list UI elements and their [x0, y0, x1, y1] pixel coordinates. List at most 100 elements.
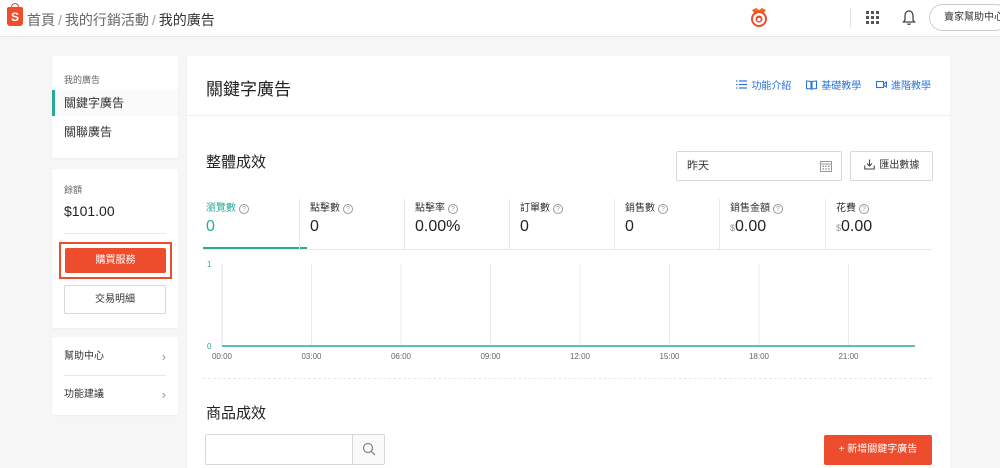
breadcrumb-separator: / — [58, 12, 62, 28]
metric-tab-gmv[interactable]: 銷售金額? $0.00 — [719, 199, 823, 249]
sidebar-item-keyword-ads[interactable]: 關鍵字廣告 — [52, 90, 178, 116]
advanced-tutorial-link[interactable]: 進階教學 — [876, 77, 931, 92]
export-data-button[interactable]: 匯出數據 — [850, 151, 933, 181]
overall-performance-title: 整體成效 — [206, 154, 267, 171]
metric-value-text: 0 — [310, 218, 319, 235]
date-range-value: 昨天 — [687, 160, 709, 172]
feature-intro-link[interactable]: 功能介紹 — [736, 77, 791, 92]
metric-value: 0 — [520, 218, 613, 236]
balance-value: $101.00 — [64, 203, 115, 219]
mascot-icon[interactable] — [748, 6, 770, 28]
product-search-input[interactable] — [205, 434, 385, 465]
apps-grid-icon[interactable] — [866, 11, 879, 24]
tutorial-links: 功能介紹 基礎教學 進階教學 — [724, 77, 931, 93]
bell-icon[interactable] — [901, 9, 917, 26]
chart-x-tick-label: 18:00 — [749, 352, 770, 361]
basic-tutorial-label: 基礎教學 — [821, 81, 862, 92]
date-range-picker[interactable]: 昨天 — [676, 151, 842, 181]
search-icon — [362, 442, 376, 456]
search-button[interactable] — [352, 435, 384, 464]
buy-service-highlight: 購買服務 — [59, 242, 172, 279]
chevron-right-icon: › — [161, 349, 166, 364]
help-icon[interactable]: ? — [553, 204, 563, 214]
list-icon — [736, 80, 748, 89]
main-panel: 關鍵字廣告 功能介紹 基礎教學 進階教學 整體成效 昨天 匯出數據 瀏覽數? 0… — [187, 56, 950, 468]
breadcrumb: 首頁 / 我的行銷活動 / 我的廣告 — [27, 10, 215, 30]
product-performance-title: 商品成效 — [206, 405, 267, 422]
sidebar-item-related-ads[interactable]: 關聯廣告 — [52, 119, 178, 145]
metric-label: 瀏覽數? — [206, 199, 307, 214]
shopee-logo-icon[interactable]: S — [7, 3, 23, 26]
export-data-label: 匯出數據 — [879, 160, 920, 171]
top-bar: S 首頁 / 我的行銷活動 / 我的廣告 賣家幫助中心 — [0, 0, 1000, 37]
metric-label: 銷售數? — [625, 199, 718, 214]
metric-label: 花費? — [836, 199, 929, 214]
metric-tab-clicks[interactable]: 點擊數? 0 — [299, 199, 403, 249]
chart-y-tick-label: 1 — [207, 260, 212, 269]
feature-suggestion-link[interactable]: 功能建議 › — [64, 376, 166, 413]
help-icon[interactable]: ? — [859, 204, 869, 214]
seller-help-button[interactable]: 賣家幫助中心 — [929, 4, 1000, 31]
metric-label-text: 點擊數 — [310, 203, 340, 214]
breadcrumb-marketing[interactable]: 我的行銷活動 — [65, 12, 149, 28]
chart-x-tick-label: 15:00 — [659, 352, 680, 361]
help-icon[interactable]: ? — [773, 204, 783, 214]
chart-y-tick-label: 0 — [207, 342, 212, 351]
metric-label: 點擊率? — [415, 199, 508, 214]
help-icon[interactable]: ? — [343, 204, 353, 214]
breadcrumb-separator: / — [151, 12, 156, 28]
metric-value: $0.00 — [730, 218, 823, 236]
video-icon — [876, 80, 887, 89]
metric-label: 點擊數? — [310, 199, 403, 214]
feature-suggestion-label: 功能建議 — [64, 389, 104, 400]
metrics-tabs: 瀏覽數? 0 點擊數? 0 點擊率? 0.00% 訂單數? 0 銷售數? 0 銷… — [203, 199, 932, 250]
page-title: 關鍵字廣告 — [206, 80, 291, 99]
metric-value: $0.00 — [836, 218, 929, 236]
metric-tab-expense[interactable]: 花費? $0.00 — [825, 199, 929, 249]
metric-label: 銷售金額? — [730, 199, 823, 214]
buy-service-button[interactable]: 購買服務 — [65, 248, 166, 273]
metric-value-text: 0 — [625, 218, 634, 235]
book-icon — [806, 80, 818, 90]
feature-intro-label: 功能介紹 — [751, 81, 792, 92]
help-icon[interactable]: ? — [658, 204, 668, 214]
transaction-details-button[interactable]: 交易明細 — [64, 285, 166, 314]
metric-label: 訂單數? — [520, 199, 613, 214]
chart-x-tick-label: 00:00 — [212, 352, 233, 361]
metric-value-text: 0 — [520, 218, 529, 235]
chevron-right-icon: › — [161, 387, 166, 402]
help-icon[interactable]: ? — [239, 204, 249, 214]
metric-value-text: 0 — [206, 218, 215, 235]
help-icon[interactable]: ? — [448, 204, 458, 214]
calendar-icon — [820, 161, 832, 172]
divider — [64, 233, 166, 234]
metric-tab-impressions[interactable]: 瀏覽數? 0 — [203, 199, 307, 249]
metric-label-text: 點擊率 — [415, 203, 445, 214]
metric-tab-ctr[interactable]: 點擊率? 0.00% — [404, 199, 508, 249]
chart-x-tick-label: 03:00 — [301, 352, 322, 361]
help-center-link[interactable]: 幫助中心 › — [64, 338, 166, 375]
divider — [187, 115, 950, 116]
download-icon — [863, 159, 875, 170]
metric-label-text: 訂單數 — [520, 203, 550, 214]
chart-x-tick-label: 12:00 — [570, 352, 591, 361]
metric-value: 0 — [206, 218, 307, 236]
basic-tutorial-link[interactable]: 基礎教學 — [806, 77, 861, 92]
metric-tab-items-sold[interactable]: 銷售數? 0 — [614, 199, 718, 249]
metric-label-text: 銷售金額 — [730, 203, 770, 214]
advanced-tutorial-label: 進階教學 — [891, 81, 931, 92]
balance-card: 餘額 $101.00 購買服務 交易明細 — [52, 169, 178, 328]
metric-tab-orders[interactable]: 訂單數? 0 — [509, 199, 613, 249]
header-divider — [850, 8, 851, 28]
metric-value: 0 — [625, 218, 718, 236]
metric-value-text: 0.00% — [415, 218, 461, 235]
add-keyword-ad-button[interactable]: + 新增關鍵字廣告 — [824, 435, 932, 465]
breadcrumb-current: 我的廣告 — [158, 12, 215, 28]
metric-value: 0.00% — [415, 218, 508, 236]
metric-value-text: 0.00 — [841, 218, 873, 235]
dashed-divider — [203, 378, 932, 379]
chart-x-tick-label: 21:00 — [838, 352, 859, 361]
ads-nav-card: 我的廣告 關鍵字廣告 關聯廣告 — [52, 56, 178, 158]
ads-nav-title: 我的廣告 — [64, 75, 101, 85]
breadcrumb-home[interactable]: 首頁 — [27, 12, 55, 28]
